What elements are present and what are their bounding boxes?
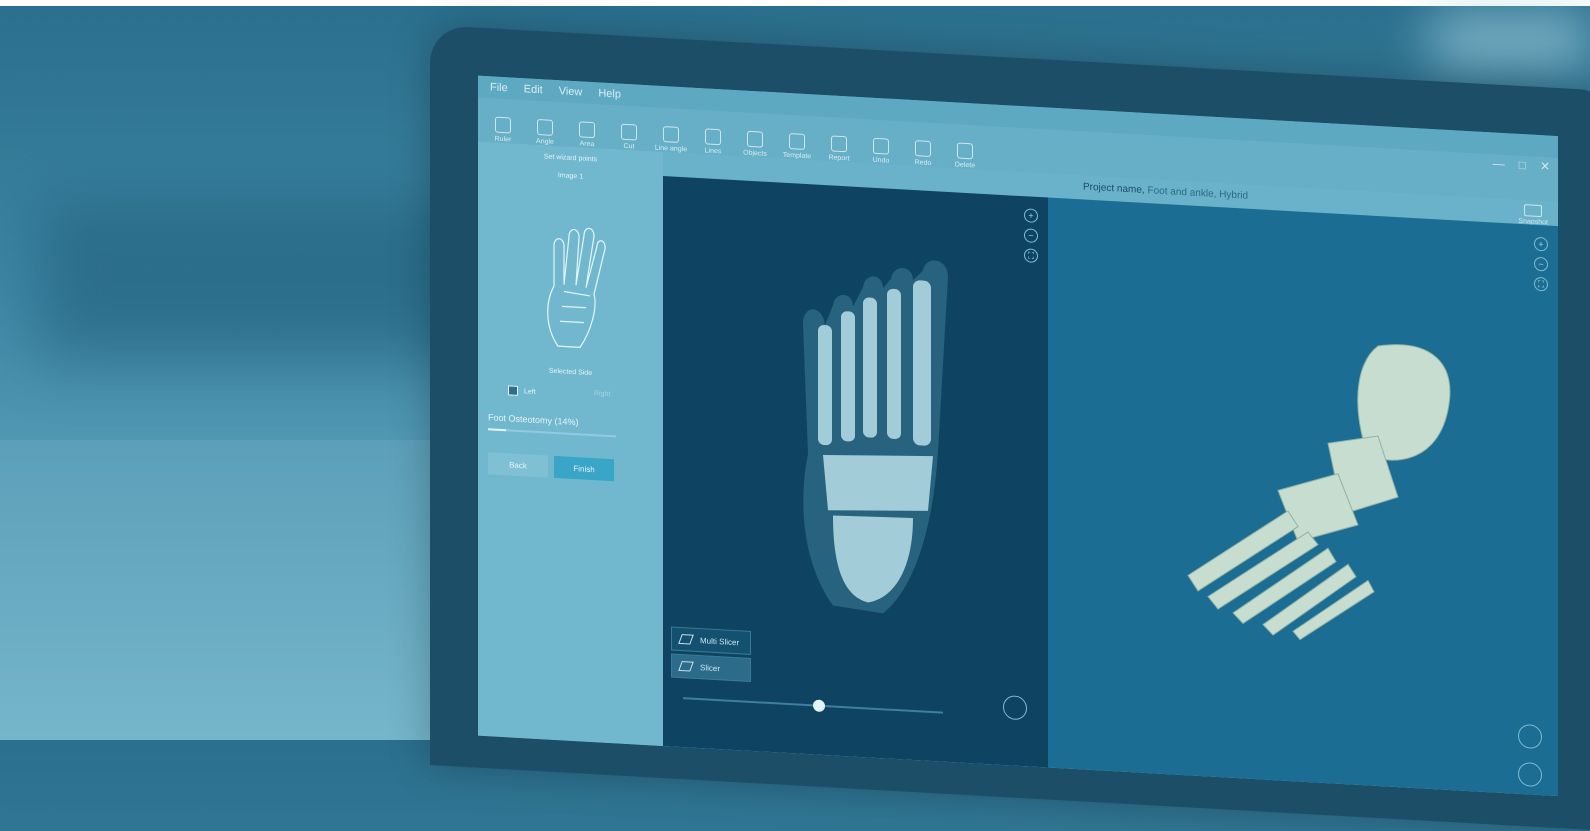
fit-view-icon[interactable]: ⛶ [1024, 248, 1038, 263]
ruler-icon [495, 116, 511, 134]
brightness-icon[interactable] [1003, 695, 1027, 721]
slice-slider[interactable] [683, 697, 943, 714]
left-side-checkbox[interactable]: Left [508, 385, 536, 397]
template-tool[interactable]: Template [778, 132, 816, 160]
objects-tool[interactable]: Objects [736, 130, 774, 158]
slider-handle[interactable] [813, 699, 825, 713]
zoom-out-icon[interactable]: − [1534, 256, 1548, 272]
lines-icon [705, 128, 721, 146]
view-mode-menu: Multi Slicer Slicer [671, 626, 751, 684]
zoom-out-icon[interactable]: − [1024, 228, 1038, 243]
wizard-title: Set wizard points [543, 153, 598, 164]
background-highlight [1430, 10, 1590, 70]
progress-label: Foot Osteotomy (14%) [488, 412, 579, 428]
xray-viewport[interactable]: + − ⛶ Multi Slicer Slicer [663, 176, 1048, 768]
laptop: File Edit View Help Ruler Angle Area Cut… [430, 25, 1590, 831]
project-name-value: Foot and ankle, Hybrid [1147, 185, 1249, 202]
project-name: Project name, Foot and ankle, Hybrid [1083, 182, 1248, 202]
lines-tool[interactable]: Lines [694, 128, 732, 156]
report-tool[interactable]: Report [820, 135, 858, 163]
3d-model-viewport[interactable]: + − ⛶ [1048, 197, 1558, 797]
maximize-icon[interactable]: □ [1519, 158, 1526, 172]
report-icon [831, 135, 847, 153]
finish-button[interactable]: Finish [554, 455, 614, 482]
right-side-option[interactable]: Right [594, 390, 610, 398]
scissors-icon [621, 123, 637, 141]
area-tool[interactable]: Area [568, 121, 606, 149]
trash-icon [957, 142, 973, 160]
objects-icon [747, 130, 763, 148]
xray-zoom-controls: + − ⛶ [1024, 208, 1038, 263]
zoom-in-icon[interactable]: + [1024, 208, 1038, 223]
left-option-label: Left [524, 387, 536, 396]
snapshot-button[interactable]: Snapshot [1518, 204, 1548, 227]
selected-side-label: Selected Side [548, 367, 593, 378]
cut-tool[interactable]: Cut [610, 123, 648, 151]
back-button[interactable]: Back [488, 452, 548, 478]
redo-icon [915, 140, 931, 158]
minimize-icon[interactable]: — [1493, 156, 1505, 171]
close-icon[interactable]: ✕ [1540, 159, 1550, 174]
menu-help[interactable]: Help [598, 87, 621, 100]
slicer-option[interactable]: Slicer [671, 653, 751, 682]
angle-tool[interactable]: Angle [526, 118, 564, 146]
brightness-icon[interactable] [1518, 723, 1542, 750]
area-icon [579, 121, 595, 139]
layers-icon [678, 661, 694, 672]
progress-bar [488, 428, 616, 438]
top-strip [0, 0, 1590, 6]
project-name-label: Project name, [1083, 181, 1145, 196]
foot-3d-model [1187, 344, 1451, 641]
checkbox-icon [508, 385, 518, 396]
line-angle-tool[interactable]: Line angle [652, 125, 690, 153]
wizard-panel: Set wizard points Image 1 Selected Side … [478, 141, 663, 747]
app-window: File Edit View Help Ruler Angle Area Cut… [478, 75, 1558, 797]
line-angle-icon [663, 126, 679, 143]
multi-slicer-option[interactable]: Multi Slicer [671, 626, 751, 655]
fit-view-icon[interactable]: ⛶ [1534, 276, 1548, 292]
camera-icon [1524, 204, 1543, 218]
delete-tool[interactable]: Delete [946, 142, 984, 170]
undo-icon [873, 137, 889, 155]
settings-icon[interactable] [1518, 761, 1542, 788]
zoom-in-icon[interactable]: + [1534, 236, 1548, 252]
menu-edit[interactable]: Edit [524, 83, 543, 96]
redo-tool[interactable]: Redo [904, 140, 942, 168]
model-zoom-controls: + − ⛶ [1534, 236, 1548, 292]
ruler-tool[interactable]: Ruler [484, 116, 522, 144]
undo-tool[interactable]: Undo [862, 137, 900, 165]
template-icon [789, 133, 805, 150]
menu-view[interactable]: View [559, 85, 583, 98]
menu-file[interactable]: File [490, 81, 508, 94]
image-label: Image 1 [557, 172, 584, 181]
layers-icon [678, 634, 694, 645]
foot-outline-thumbnail [547, 227, 606, 349]
angle-icon [537, 118, 553, 136]
progress-fill [488, 428, 506, 432]
foot-xray-image [803, 260, 948, 614]
